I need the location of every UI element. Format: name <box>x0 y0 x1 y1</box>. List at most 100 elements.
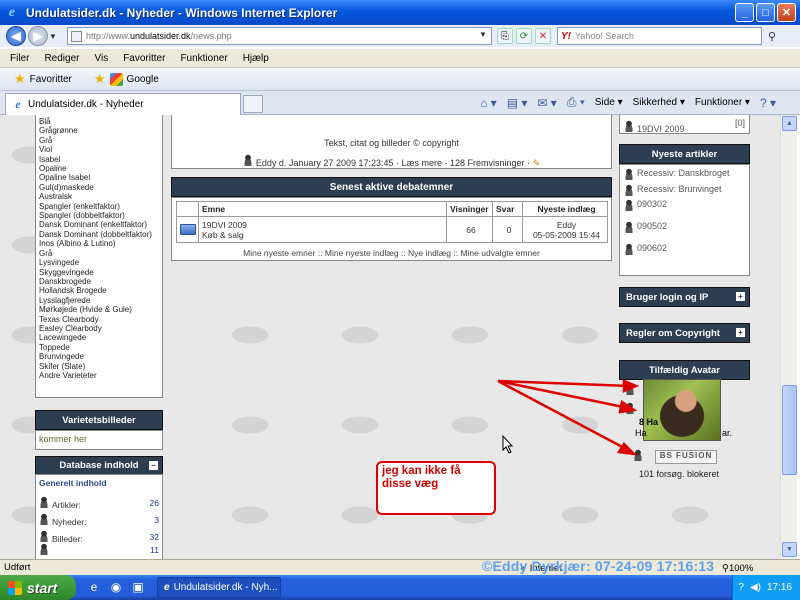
address-dropdown-icon[interactable]: ▼ <box>477 30 489 42</box>
help-tray-icon[interactable]: ? <box>738 582 744 593</box>
help-icon[interactable]: ? ▾ <box>760 96 776 110</box>
variety-link[interactable]: Skyggevingede <box>39 268 159 277</box>
blocked-count: 101 forsøg. blokeret <box>639 469 720 479</box>
avatar-caption-3: ar. <box>722 428 733 438</box>
window-title-bar[interactable]: e Undulatsider.dk - Nyheder - Windows In… <box>0 0 800 25</box>
collapse-icon[interactable]: − <box>149 461 158 470</box>
topic-title[interactable]: 19DVI 2009 <box>202 220 446 230</box>
variety-link[interactable]: Skifer (Slate) <box>39 362 159 371</box>
table-row[interactable]: 19DVI 2009 Køb & salg 66 0 Eddy 05-05-20… <box>176 216 608 243</box>
variety-link[interactable]: Australsk <box>39 192 159 201</box>
folder-quicklaunch-icon[interactable]: ▣ <box>130 579 146 595</box>
security-menu[interactable]: Sikkerhed ▾ <box>633 97 685 108</box>
variety-link[interactable]: Gul(d)maskede <box>39 183 159 192</box>
speaker-icon[interactable]: ◀) <box>750 582 761 593</box>
scroll-up-icon[interactable]: ▲ <box>782 116 797 131</box>
vertical-scrollbar[interactable]: ▲ ▼ <box>780 115 797 559</box>
variety-link[interactable]: Viol <box>39 145 159 154</box>
article-item[interactable]: 090502 <box>620 221 749 233</box>
home-icon[interactable]: ⌂ ▾ <box>480 96 497 110</box>
topic-forum[interactable]: Køb & salg <box>202 230 446 240</box>
tools-menu[interactable]: Funktioner ▾ <box>695 97 750 108</box>
history-dropdown-icon[interactable]: ▼ <box>48 32 58 41</box>
variety-link[interactable]: Opaline Isabel <box>39 173 159 182</box>
variety-link[interactable]: Spangler (enkeltfaktor) <box>39 202 159 211</box>
tab-undulatsider[interactable]: e Undulatsider.dk - Nyheder <box>5 93 241 115</box>
article-item[interactable]: Recessiv: Brunvinget <box>620 184 749 196</box>
variety-link[interactable]: Opaline <box>39 164 159 173</box>
add-favorite-button[interactable]: ★ <box>94 71 106 87</box>
compatibility-icon[interactable]: ⎘ <box>497 28 513 44</box>
menu-file[interactable]: Filer <box>10 53 29 64</box>
menu-help[interactable]: Hjælp <box>243 53 269 64</box>
expand-icon[interactable]: + <box>736 328 745 337</box>
variety-link[interactable]: Toppede <box>39 343 159 352</box>
close-button[interactable]: ✕ <box>777 3 796 22</box>
variety-link[interactable]: Andre Varieteter <box>39 371 159 380</box>
variety-link[interactable]: Mørkøjede (Hvide & Gule) <box>39 305 159 314</box>
variety-link[interactable]: Lysslagfjerede <box>39 296 159 305</box>
ie-quicklaunch-icon[interactable]: e <box>86 579 102 595</box>
stop-icon[interactable]: ✕ <box>535 28 551 44</box>
article-item[interactable]: 090602 <box>620 243 749 255</box>
refresh-icon[interactable]: ⟳ <box>516 28 532 44</box>
minimize-button[interactable]: _ <box>735 3 754 22</box>
search-input[interactable]: Y! Yahoo! Search <box>557 27 762 45</box>
debate-links[interactable]: Mine nyeste emner :: Mine nyeste indlæg … <box>172 248 611 258</box>
search-icon[interactable]: ⚲ <box>763 27 781 45</box>
menu-favorites[interactable]: Favoritter <box>123 53 165 64</box>
variety-link[interactable]: Danskbrogede <box>39 277 159 286</box>
taskbar-item-ie[interactable]: e Undulatsider.dk - Nyh... <box>157 577 281 598</box>
variety-link[interactable]: Inos (Albino & Lutino) <box>39 239 159 248</box>
menu-edit[interactable]: Rediger <box>44 53 79 64</box>
variety-link[interactable]: Grågrønne <box>39 126 159 135</box>
media-quicklaunch-icon[interactable]: ◉ <box>108 579 124 595</box>
topic-cell[interactable]: 19DVI 2009 Køb & salg <box>198 216 447 243</box>
scroll-down-icon[interactable]: ▼ <box>782 542 797 557</box>
forward-button[interactable]: ▶ <box>28 26 48 46</box>
menu-view[interactable]: Vis <box>94 53 108 64</box>
variety-link[interactable]: Easley Clearbody <box>39 324 159 333</box>
google-link[interactable]: Google <box>109 72 159 86</box>
edit-pencil-icon[interactable]: ✎ <box>533 158 541 168</box>
clock[interactable]: 17:16 <box>767 582 792 593</box>
variety-link[interactable]: Brunvingede <box>39 352 159 361</box>
taskbar: start e ◉ ▣ » e Undulatsider.dk - Nyh...… <box>0 575 800 600</box>
favorites-button[interactable]: ★ Favoritter <box>14 71 72 87</box>
variety-link[interactable]: Dansk Dominant (dobbeltfaktor) <box>39 230 159 239</box>
login-header[interactable]: Bruger login og IP + <box>619 287 750 307</box>
avatar-image[interactable] <box>643 379 721 441</box>
variety-link[interactable]: Grå <box>39 249 159 258</box>
variety-link[interactable]: Dansk Dominant (enkeltfaktor) <box>39 220 159 229</box>
mail-icon[interactable]: ✉ ▾ <box>537 96 556 110</box>
article-item[interactable]: Recessiv: Danskbroget <box>620 168 749 180</box>
expand-icon[interactable]: + <box>736 292 745 301</box>
copyright-header[interactable]: Regler om Copyright + <box>619 323 750 343</box>
print-icon[interactable]: ⎙ ▾ <box>567 95 585 110</box>
menu-tools[interactable]: Funktioner <box>180 53 227 64</box>
new-tab-button[interactable] <box>243 95 263 113</box>
address-bar[interactable]: http://www. undulatsider.dk/news.php ▼ <box>67 27 492 45</box>
zoom-control[interactable]: ⚲ 100% <box>722 560 753 576</box>
page-menu[interactable]: Side ▾ <box>595 97 623 108</box>
maximize-button[interactable]: □ <box>756 3 775 22</box>
start-button[interactable]: start <box>0 575 76 600</box>
scroll-thumb[interactable] <box>782 385 797 475</box>
user-icon <box>624 184 634 196</box>
latest-cell: Eddy 05-05-2009 15:44 <box>522 216 608 243</box>
database-header: Database indhold − <box>35 456 163 475</box>
variety-link[interactable]: Texas Clearbody <box>39 315 159 324</box>
variety-link[interactable]: Hollandsk Brogede <box>39 286 159 295</box>
feeds-icon[interactable]: ▤ ▾ <box>507 96 528 110</box>
variety-link[interactable]: Blå <box>39 117 159 126</box>
latest-user[interactable]: Eddy <box>526 220 607 230</box>
variety-link[interactable]: Lacewingede <box>39 333 159 342</box>
variety-link[interactable]: Grå <box>39 136 159 145</box>
back-button[interactable]: ◀ <box>6 26 26 46</box>
variety-link[interactable]: Lysvingede <box>39 258 159 267</box>
variety-link[interactable]: Isabel <box>39 155 159 164</box>
article-item[interactable]: 090302 <box>620 199 749 211</box>
top-item[interactable]: 19DVI 2009 <box>624 120 685 134</box>
tab-label: Undulatsider.dk - Nyheder <box>28 99 144 110</box>
variety-link[interactable]: Spangler (dobbeltfaktor) <box>39 211 159 220</box>
